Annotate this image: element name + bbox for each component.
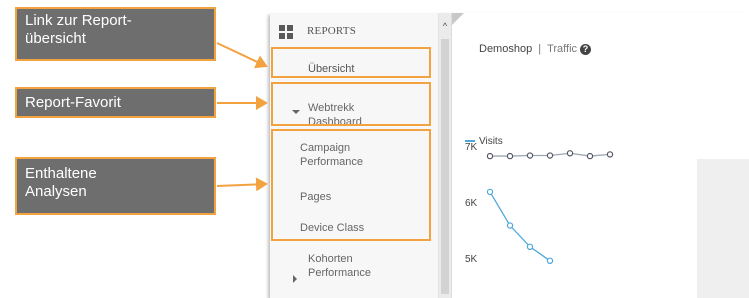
arrow-to-analyses xyxy=(216,177,268,192)
annotation-arrows xyxy=(216,42,268,192)
arrow-to-overview xyxy=(216,42,268,69)
